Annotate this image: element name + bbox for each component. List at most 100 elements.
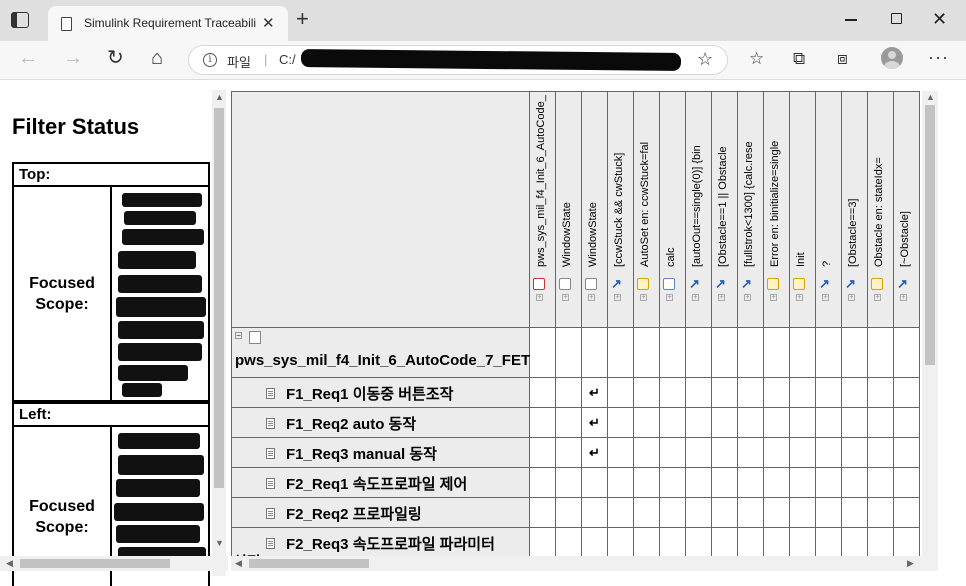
matrix-cell[interactable] xyxy=(555,497,582,528)
info-icon[interactable]: i xyxy=(203,53,217,67)
matrix-cell[interactable] xyxy=(867,527,894,558)
column-header[interactable]: [Obstacle==1 || Obstacle ↗ + xyxy=(711,91,738,328)
matrix-cell[interactable] xyxy=(633,407,660,438)
expand-icon[interactable]: + xyxy=(744,294,751,301)
matrix-cell[interactable] xyxy=(555,437,582,468)
scroll-up-arrow-icon[interactable]: ▲ xyxy=(926,92,935,102)
matrix-cell[interactable] xyxy=(737,327,764,378)
browser-tab[interactable]: Simulink Requirement Traceabilit ✕ xyxy=(48,6,288,41)
matrix-cell[interactable] xyxy=(867,407,894,438)
column-header[interactable]: [~Obstacle] ↗ + xyxy=(893,91,920,328)
matrix-cell[interactable] xyxy=(685,377,712,408)
add-favorite-icon[interactable]: ☆ xyxy=(697,49,713,70)
matrix-cell[interactable] xyxy=(867,327,894,378)
tab-actions-icon[interactable] xyxy=(11,12,29,28)
matrix-cell[interactable] xyxy=(659,327,686,378)
matrix-cell[interactable] xyxy=(529,327,556,378)
matrix-cell[interactable] xyxy=(815,437,842,468)
matrix-cell[interactable] xyxy=(737,377,764,408)
more-menu-icon[interactable]: ··· xyxy=(928,47,949,68)
matrix-cell[interactable] xyxy=(841,527,868,558)
expand-icon[interactable]: + xyxy=(822,294,829,301)
matrix-cell[interactable] xyxy=(737,437,764,468)
profile-avatar[interactable] xyxy=(881,47,903,69)
matrix-cell[interactable] xyxy=(581,467,608,498)
scroll-right-arrow-icon[interactable]: ▶ xyxy=(907,558,914,569)
matrix-cell[interactable] xyxy=(841,437,868,468)
matrix-cell[interactable] xyxy=(633,467,660,498)
matrix-cell[interactable] xyxy=(763,407,790,438)
matrix-cell[interactable] xyxy=(633,377,660,408)
matrix-cell[interactable] xyxy=(841,497,868,528)
column-header[interactable]: AutoSet en: ccwStuck=fal + xyxy=(633,91,660,328)
matrix-cell[interactable] xyxy=(633,437,660,468)
matrix-cell[interactable] xyxy=(529,437,556,468)
matrix-cell[interactable] xyxy=(659,437,686,468)
matrix-cell[interactable] xyxy=(555,407,582,438)
link-arrow-icon[interactable]: ↵ xyxy=(589,415,600,430)
matrix-cell[interactable] xyxy=(893,327,920,378)
scroll-left-arrow-icon[interactable]: ◀ xyxy=(235,558,242,569)
matrix-cell[interactable] xyxy=(815,467,842,498)
column-header[interactable]: [autoOut==single(0)] {bin ↗ + xyxy=(685,91,712,328)
matrix-cell[interactable] xyxy=(529,407,556,438)
matrix-cell[interactable] xyxy=(789,497,816,528)
matrix-cell[interactable] xyxy=(555,327,582,378)
matrix-cell[interactable] xyxy=(659,407,686,438)
matrix-cell[interactable] xyxy=(841,377,868,408)
scroll-thumb[interactable] xyxy=(249,559,369,568)
favorites-icon[interactable]: ☆ xyxy=(749,50,764,68)
matrix-cell[interactable] xyxy=(659,527,686,558)
expand-icon[interactable]: + xyxy=(874,294,881,301)
matrix-cell[interactable]: ↵ xyxy=(581,377,608,408)
matrix-cell[interactable] xyxy=(815,407,842,438)
matrix-cell[interactable] xyxy=(607,407,634,438)
filter-vertical-scrollbar[interactable]: ▲ ▼ xyxy=(212,90,226,576)
collapse-icon[interactable]: − xyxy=(235,332,242,340)
matrix-cell[interactable] xyxy=(607,497,634,528)
expand-icon[interactable]: + xyxy=(770,294,777,301)
window-close-icon[interactable]: ✕ xyxy=(932,9,947,30)
matrix-cell[interactable] xyxy=(711,377,738,408)
matrix-cell[interactable] xyxy=(659,377,686,408)
matrix-cell[interactable] xyxy=(555,527,582,558)
requirement-row-header[interactable]: F1_Req2 auto 동작 xyxy=(231,407,530,438)
matrix-cell[interactable] xyxy=(789,437,816,468)
matrix-cell[interactable] xyxy=(867,377,894,408)
requirement-row-header[interactable]: F2_Req1 속도프로파일 제어 xyxy=(231,467,530,498)
matrix-cell[interactable] xyxy=(893,527,920,558)
matrix-cell[interactable] xyxy=(685,327,712,378)
filter-horizontal-scrollbar[interactable]: ◀ xyxy=(0,556,228,571)
refresh-icon[interactable]: ↻ xyxy=(107,47,124,69)
expand-icon[interactable]: + xyxy=(614,294,621,301)
matrix-cell[interactable] xyxy=(529,497,556,528)
forward-icon[interactable]: → xyxy=(63,47,83,69)
matrix-cell[interactable] xyxy=(763,467,790,498)
matrix-cell[interactable] xyxy=(711,437,738,468)
matrix-cell[interactable] xyxy=(893,467,920,498)
column-header[interactable]: calc + xyxy=(659,91,686,328)
matrix-cell[interactable] xyxy=(789,327,816,378)
matrix-cell[interactable] xyxy=(737,527,764,558)
matrix-cell[interactable]: ↵ xyxy=(581,407,608,438)
expand-icon[interactable]: + xyxy=(848,294,855,301)
matrix-cell[interactable] xyxy=(893,437,920,468)
matrix-cell[interactable] xyxy=(685,407,712,438)
scroll-thumb[interactable] xyxy=(925,105,935,365)
matrix-cell[interactable] xyxy=(893,377,920,408)
matrix-cell[interactable] xyxy=(711,527,738,558)
matrix-cell[interactable] xyxy=(737,497,764,528)
column-header[interactable]: WindowState + xyxy=(581,91,608,328)
scroll-thumb[interactable] xyxy=(214,108,224,488)
expand-icon[interactable]: + xyxy=(692,294,699,301)
matrix-cell[interactable] xyxy=(607,527,634,558)
matrix-cell[interactable] xyxy=(607,377,634,408)
matrix-cell[interactable] xyxy=(529,467,556,498)
expand-icon[interactable]: + xyxy=(588,294,595,301)
collections-icon[interactable]: ⧉ xyxy=(793,50,805,68)
column-header[interactable]: pws_sys_mil_f4_Init_6_AutoCode_7_ + xyxy=(529,91,556,328)
matrix-cell[interactable] xyxy=(659,467,686,498)
matrix-cell[interactable] xyxy=(789,527,816,558)
column-header[interactable]: [fullstrok<1300] {calc.rese ↗ + xyxy=(737,91,764,328)
extensions-icon[interactable]: ⧈ xyxy=(837,50,848,68)
